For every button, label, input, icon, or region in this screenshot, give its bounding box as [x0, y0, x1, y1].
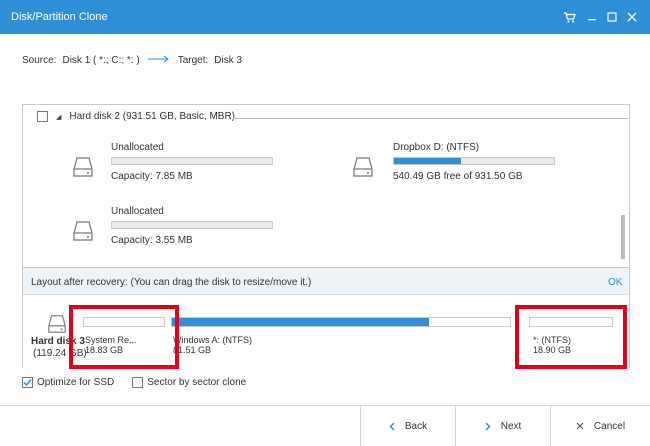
optimize-ssd-option[interactable]: Optimize for SSD — [22, 377, 114, 388]
chevron-right-icon — [485, 421, 491, 431]
source-label: Source: — [22, 55, 57, 66]
source-value: Disk 1 ( *:; C:; *: ) — [62, 55, 140, 66]
cancel-label: Cancel — [593, 420, 626, 432]
scrollbar-thumb[interactable] — [621, 215, 625, 259]
maximize-icon[interactable] — [602, 7, 622, 27]
back-label: Back — [404, 420, 428, 432]
cart-icon[interactable] — [560, 7, 580, 27]
target-label: Target: — [177, 55, 209, 66]
next-label: Next — [500, 420, 522, 432]
sector-clone-checkbox[interactable] — [132, 377, 144, 388]
back-button[interactable]: Back — [361, 406, 455, 446]
highlight-box — [515, 305, 627, 369]
layout-after-recovery: Layout after recovery: (You can drag the… — [23, 267, 629, 369]
disk2-title: Hard disk 2 (931.51 GB, Basic, MBR) — [69, 111, 236, 122]
partition-usage-bar — [111, 157, 273, 165]
partition-usage-bar — [393, 157, 555, 165]
highlight-box — [69, 305, 179, 369]
hdd-icon — [353, 156, 373, 181]
collapse-triangle-icon[interactable]: ◢ — [56, 113, 61, 121]
ok-link[interactable]: OK — [608, 277, 622, 288]
target-value: Disk 3 — [214, 55, 243, 66]
next-button[interactable]: Next — [456, 406, 550, 446]
disk-list-panel: ◢ Hard disk 2 (931.51 GB, Basic, MBR) Un… — [22, 104, 630, 369]
disk2-checkbox[interactable] — [37, 111, 48, 122]
hdd-icon — [73, 220, 93, 245]
partition-name: Unallocated — [111, 206, 164, 217]
chevron-left-icon — [389, 421, 395, 431]
close-x-icon — [576, 422, 584, 430]
segment-name: Windows A: (NTFS) — [173, 335, 253, 345]
window-title: Disk/Partition Clone — [11, 11, 108, 23]
partition-usage-bar — [111, 221, 273, 229]
partition-capacity: Capacity: 7.85 MB — [111, 171, 193, 182]
optimize-ssd-label: Optimize for SSD — [37, 377, 115, 388]
arrow-right-icon — [147, 55, 170, 66]
partition-name: Unallocated — [111, 142, 164, 153]
footer-bar: Back Next Cancel — [0, 405, 650, 446]
disk2-header: ◢ Hard disk 2 (931.51 GB, Basic, MBR) — [37, 111, 235, 122]
title-bar: Disk/Partition Clone — [0, 0, 650, 34]
minimize-icon[interactable] — [582, 7, 602, 27]
sector-clone-option[interactable]: Sector by sector clone — [132, 377, 246, 388]
header-divider — [233, 118, 628, 119]
partition-capacity: Capacity: 3.55 MB — [111, 235, 193, 246]
optimize-ssd-checkbox[interactable] — [22, 377, 33, 388]
sector-clone-label: Sector by sector clone — [147, 377, 247, 388]
source-target-line: Source: Disk 1 ( *:; C:; *: ) Target: Di… — [22, 55, 242, 66]
layout-header: Layout after recovery: (You can drag the… — [23, 268, 629, 295]
cancel-button[interactable]: Cancel — [551, 406, 650, 446]
hdd-icon — [73, 156, 93, 181]
partition-free-space: 540.49 GB free of 931.50 GB — [393, 171, 523, 182]
partition-name: Dropbox D: (NTFS) — [393, 142, 480, 153]
clone-options: Optimize for SSD Sector by sector clone — [22, 377, 246, 388]
layout-header-text: Layout after recovery: (You can drag the… — [31, 277, 312, 288]
close-icon[interactable] — [622, 7, 642, 27]
segment-bar[interactable] — [171, 317, 511, 327]
hdd-icon — [47, 314, 67, 337]
